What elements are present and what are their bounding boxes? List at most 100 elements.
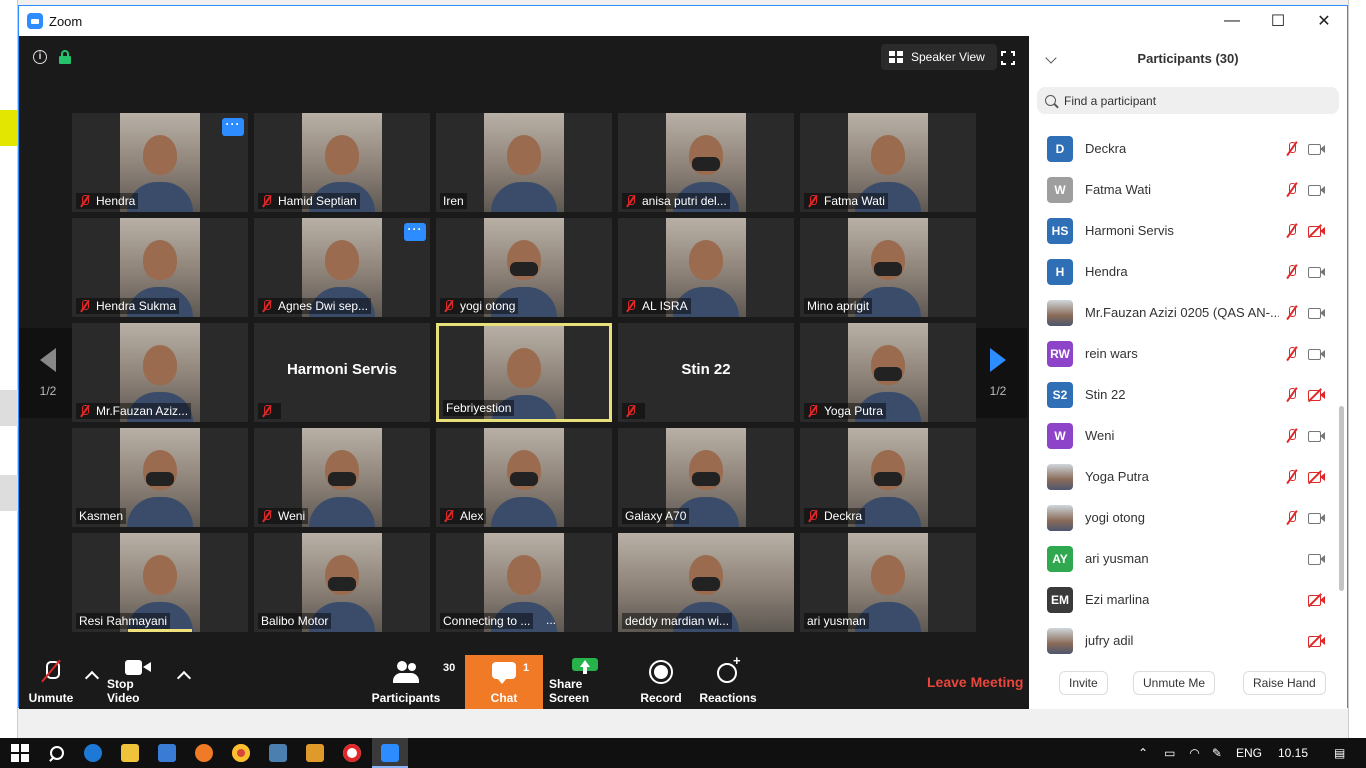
- participant-row[interactable]: Yoga Putra: [1029, 456, 1335, 497]
- maximize-button[interactable]: ☐: [1255, 6, 1301, 36]
- camera-icon[interactable]: [1308, 348, 1326, 360]
- more-options-icon[interactable]: ···: [404, 223, 426, 241]
- network-icon[interactable]: ▭: [1164, 746, 1175, 760]
- camera-off-icon[interactable]: [1307, 634, 1326, 648]
- video-tile[interactable]: Mino aprigit: [800, 218, 976, 317]
- record-app-icon[interactable]: [343, 744, 361, 762]
- minimize-button[interactable]: —: [1209, 6, 1255, 36]
- unmute-button[interactable]: Unmute: [27, 655, 75, 709]
- video-tile[interactable]: AL ISRA: [618, 218, 794, 317]
- video-tile[interactable]: Balibo Motor: [254, 533, 430, 632]
- scrollbar-thumb[interactable]: [1339, 406, 1344, 591]
- info-icon[interactable]: i: [33, 50, 47, 64]
- participant-row[interactable]: D Deckra: [1029, 128, 1335, 169]
- mic-muted-icon[interactable]: [1285, 183, 1299, 197]
- mic-muted-icon[interactable]: [1285, 429, 1299, 443]
- audio-options-caret[interactable]: [84, 670, 100, 686]
- mic-muted-icon[interactable]: [1285, 388, 1299, 402]
- participant-row[interactable]: jufry adil: [1029, 620, 1335, 661]
- camera-icon[interactable]: [1308, 266, 1326, 278]
- camera-icon[interactable]: [1308, 553, 1326, 565]
- video-tile[interactable]: Resi Rahmayani: [72, 533, 248, 632]
- app-icon[interactable]: [306, 744, 324, 762]
- video-tile[interactable]: Alex: [436, 428, 612, 527]
- video-tile[interactable]: Harmoni Servis: [254, 323, 430, 422]
- unmute-me-button[interactable]: Unmute Me: [1133, 671, 1216, 695]
- participant-row[interactable]: yogi otong: [1029, 497, 1335, 538]
- previous-page-button[interactable]: 1/2: [19, 328, 77, 418]
- video-tile[interactable]: Fatma Wati: [800, 113, 976, 212]
- participant-row[interactable]: H Hendra: [1029, 251, 1335, 292]
- video-tile[interactable]: ari yusman: [800, 533, 976, 632]
- participants-button[interactable]: Participants: [372, 655, 440, 709]
- search-icon[interactable]: [47, 744, 65, 762]
- camera-icon[interactable]: [1308, 307, 1326, 319]
- participant-row[interactable]: EM Ezi marlina: [1029, 579, 1335, 620]
- camera-icon[interactable]: [1308, 184, 1326, 196]
- invite-button[interactable]: Invite: [1059, 671, 1108, 695]
- video-tile[interactable]: Galaxy A70: [618, 428, 794, 527]
- participant-row[interactable]: RW rein wars: [1029, 333, 1335, 374]
- mic-muted-icon[interactable]: [1285, 511, 1299, 525]
- video-tile[interactable]: Stin 22: [618, 323, 794, 422]
- video-tile[interactable]: Deckra: [800, 428, 976, 527]
- raise-hand-button[interactable]: Raise Hand: [1243, 671, 1326, 695]
- video-tile[interactable]: Hendra ···: [72, 113, 248, 212]
- fullscreen-icon[interactable]: [1000, 50, 1016, 66]
- next-page-button[interactable]: 1/2: [969, 328, 1027, 418]
- leave-meeting-button[interactable]: Leave Meeting: [927, 674, 1023, 690]
- chat-button[interactable]: Chat: [465, 655, 543, 709]
- participant-row[interactable]: HS Harmoni Servis: [1029, 210, 1335, 251]
- close-button[interactable]: ✕: [1301, 6, 1347, 36]
- encryption-lock-icon[interactable]: [59, 50, 71, 64]
- mic-muted-icon[interactable]: [1285, 224, 1299, 238]
- camera-off-icon[interactable]: [1307, 470, 1326, 484]
- more-options-icon[interactable]: ···: [222, 118, 244, 136]
- pen-icon[interactable]: ✎: [1212, 746, 1222, 760]
- video-tile[interactable]: Weni: [254, 428, 430, 527]
- camera-off-icon[interactable]: [1307, 593, 1326, 607]
- windows-start-icon[interactable]: [11, 744, 29, 762]
- share-screen-button[interactable]: Share Screen: [549, 655, 621, 709]
- participant-row[interactable]: AY ari yusman: [1029, 538, 1335, 579]
- camera-icon[interactable]: [1308, 143, 1326, 155]
- stop-video-button[interactable]: Stop Video: [107, 655, 169, 709]
- video-tile[interactable]: Iren: [436, 113, 612, 212]
- video-options-caret[interactable]: [176, 670, 192, 686]
- video-tile[interactable]: Kasmen: [72, 428, 248, 527]
- video-tile[interactable]: Agnes Dwi sep... ···: [254, 218, 430, 317]
- mic-muted-icon[interactable]: [1285, 142, 1299, 156]
- search-input[interactable]: [1064, 93, 1324, 108]
- video-tile[interactable]: Mr.Fauzan Aziz...: [72, 323, 248, 422]
- camera-off-icon[interactable]: [1307, 388, 1326, 402]
- video-tile[interactable]: yogi otong: [436, 218, 612, 317]
- clock[interactable]: 10.15: [1278, 746, 1308, 760]
- mic-muted-icon[interactable]: [1285, 470, 1299, 484]
- camera-off-icon[interactable]: [1307, 224, 1326, 238]
- video-tile[interactable]: Febriyestion: [436, 323, 612, 422]
- mic-muted-icon[interactable]: [1285, 265, 1299, 279]
- video-tile[interactable]: Hamid Septian: [254, 113, 430, 212]
- firefox-icon[interactable]: [195, 744, 213, 762]
- video-tile[interactable]: Yoga Putra: [800, 323, 976, 422]
- video-tile[interactable]: deddy mardian wi...: [618, 533, 794, 632]
- mic-muted-icon[interactable]: [1285, 306, 1299, 320]
- reactions-button[interactable]: Reactions: [699, 653, 757, 709]
- notifications-icon[interactable]: ▤: [1334, 746, 1345, 760]
- wifi-icon[interactable]: ◠: [1189, 746, 1199, 760]
- video-tile[interactable]: anisa putri del...: [618, 113, 794, 212]
- participant-search[interactable]: [1037, 87, 1339, 114]
- file-explorer-icon[interactable]: [121, 744, 139, 762]
- camera-icon[interactable]: [1308, 512, 1326, 524]
- app-icon[interactable]: [269, 744, 287, 762]
- speaker-view-button[interactable]: Speaker View: [881, 44, 997, 70]
- chrome-icon[interactable]: [232, 744, 250, 762]
- language-indicator[interactable]: ENG: [1236, 746, 1262, 760]
- participant-row[interactable]: W Fatma Wati: [1029, 169, 1335, 210]
- record-button[interactable]: Record: [637, 655, 685, 709]
- video-tile[interactable]: Connecting to ......: [436, 533, 612, 632]
- chevron-up-icon[interactable]: ⌃: [1138, 746, 1148, 760]
- mic-muted-icon[interactable]: [1285, 347, 1299, 361]
- video-tile[interactable]: Hendra Sukma: [72, 218, 248, 317]
- participant-row[interactable]: W Weni: [1029, 415, 1335, 456]
